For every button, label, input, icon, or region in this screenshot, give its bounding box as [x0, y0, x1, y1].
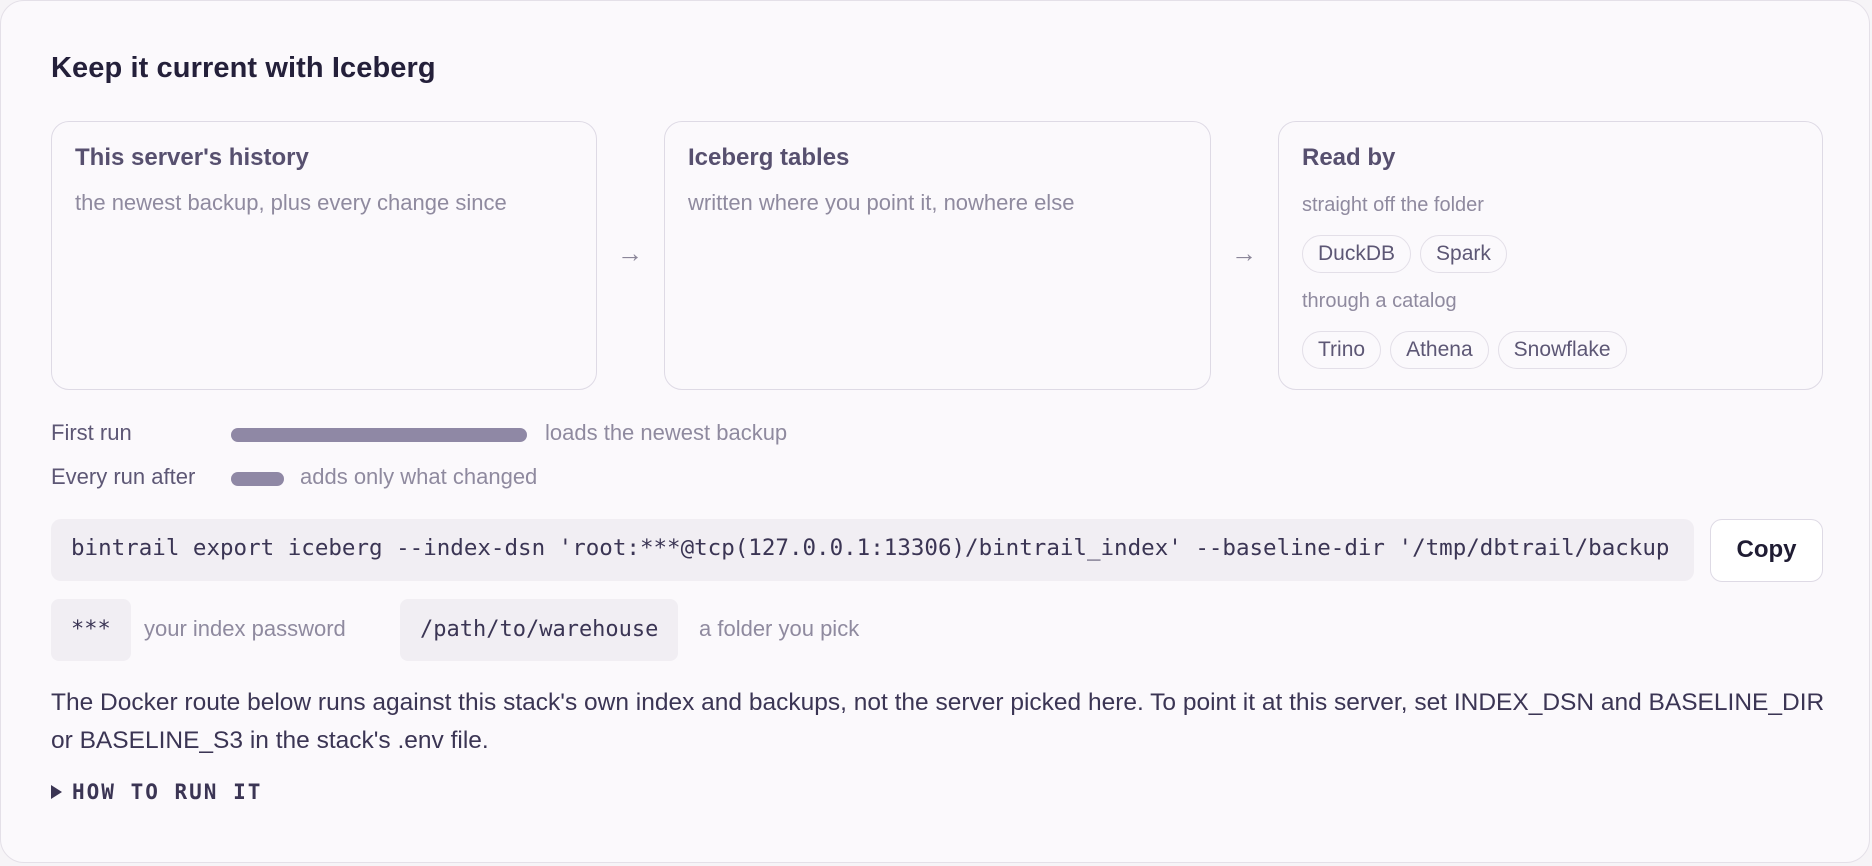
reader-chip-athena: Athena — [1390, 331, 1489, 369]
how-to-run-label: HOW TO RUN IT — [72, 780, 263, 804]
reader-chip-snowflake: Snowflake — [1497, 331, 1627, 369]
placeholder-description: a folder you pick — [699, 616, 860, 641]
direct-label: straight off the folder — [1302, 194, 1484, 216]
command-block[interactable]: bintrail export iceberg --index-dsn 'roo… — [51, 519, 1694, 581]
run-description: adds only what changed — [300, 464, 538, 489]
reader-chip-spark: Spark — [1420, 235, 1507, 273]
run-label: Every run after — [51, 464, 196, 489]
arrow-right-icon: → — [1231, 238, 1257, 268]
direct-readers: DuckDB Spark — [1302, 235, 1507, 273]
iceberg-card: Keep it current with Iceberg This server… — [0, 0, 1870, 863]
copy-button[interactable]: Copy — [1710, 519, 1823, 582]
source-title: This server's history — [75, 144, 309, 171]
placeholder-code: *** — [51, 599, 131, 661]
placeholder-description: your index password — [144, 616, 346, 641]
run-size-bar — [231, 428, 527, 442]
target-box: Iceberg tables written where you point i… — [664, 121, 1211, 390]
run-label: First run — [51, 420, 132, 445]
catalog-readers: Trino Athena Snowflake — [1302, 331, 1627, 369]
target-title: Iceberg tables — [688, 144, 850, 171]
source-subtitle: the newest backup, plus every change sin… — [75, 190, 507, 215]
arrow-right-icon: → — [617, 238, 643, 268]
readers-box: Read by straight off the folder DuckDB S… — [1278, 121, 1823, 390]
target-subtitle: written where you point it, nowhere else — [688, 190, 1075, 215]
docker-note: The Docker route below runs against this… — [51, 689, 1825, 754]
reader-chip-trino: Trino — [1302, 331, 1382, 369]
run-description: loads the newest backup — [545, 420, 788, 445]
triangle-right-icon — [51, 785, 62, 799]
catalog-label: through a catalog — [1302, 290, 1457, 312]
readers-title: Read by — [1302, 144, 1396, 171]
source-box: This server's history the newest backup,… — [51, 121, 597, 390]
command-text[interactable]: bintrail export iceberg --index-dsn 'roo… — [71, 535, 1669, 561]
card-title: Keep it current with Iceberg — [51, 52, 436, 84]
run-size-bar — [231, 472, 284, 486]
how-to-run-toggle[interactable]: HOW TO RUN IT — [51, 780, 262, 804]
placeholder-code: /path/to/warehouse — [400, 599, 679, 661]
reader-chip-duckdb: DuckDB — [1302, 235, 1412, 273]
